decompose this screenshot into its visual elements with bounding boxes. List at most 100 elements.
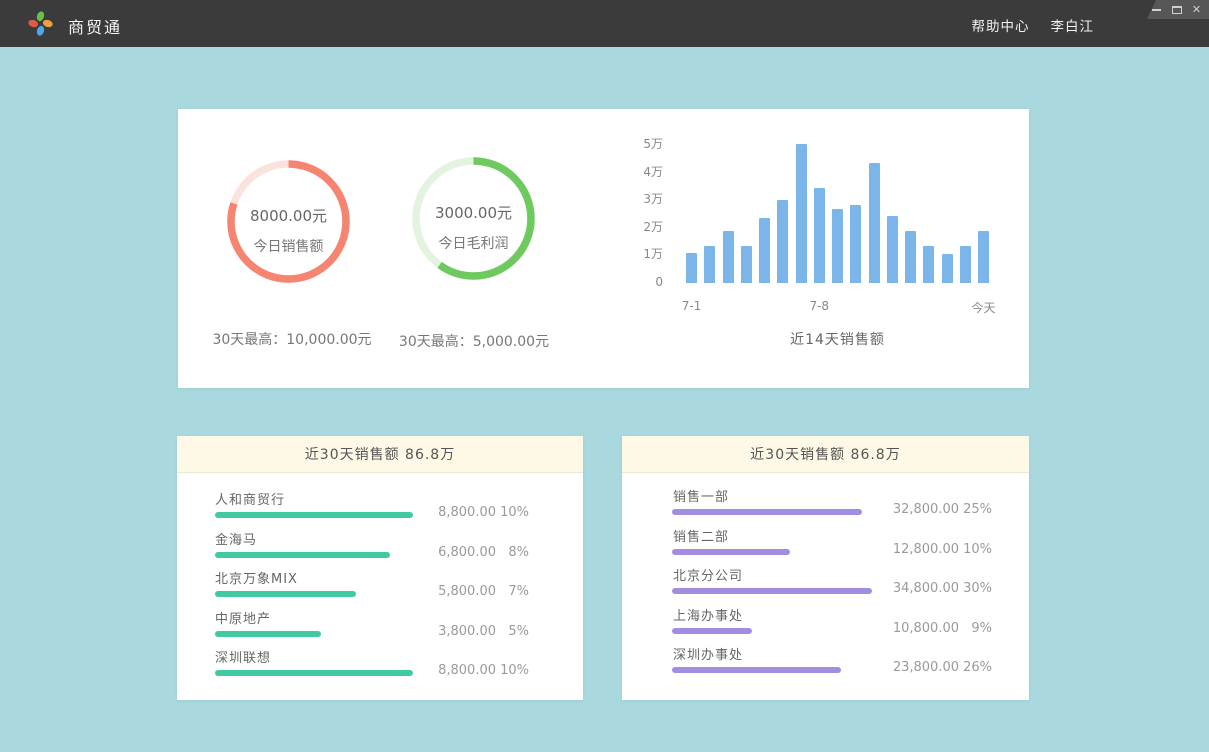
item-percent: 25% — [959, 502, 992, 517]
item-percent: 5% — [496, 624, 529, 639]
close-button[interactable]: ✕ — [1190, 2, 1203, 17]
sales-chart-bar — [905, 231, 916, 283]
item-amount: 8,800.00 — [438, 505, 496, 520]
username-menu[interactable]: 李白江 — [1051, 15, 1095, 35]
item-value: 32,800.00 25% — [893, 502, 992, 517]
item-amount: 23,800.00 — [893, 660, 959, 675]
sales-14day-bar-chart — [686, 143, 989, 283]
y-axis-tick: 1万 — [643, 247, 663, 262]
sales-chart-bar — [960, 246, 971, 283]
item-progress-bar — [672, 509, 862, 515]
y-axis-tick: 2万 — [643, 220, 663, 235]
sales-chart-bar — [887, 216, 898, 283]
today-profit-label: 今日毛利润 — [439, 233, 509, 253]
item-percent: 8% — [496, 545, 529, 560]
today-profit-donut-text: 3000.00元 今日毛利润 — [412, 202, 535, 253]
app-window: 商贸通 帮助中心 李白江 ✕ 8000.00元 今日销售额 30天最高：10,0… — [0, 0, 1209, 752]
app-title: 商贸通 — [68, 14, 122, 38]
customers-sales-card: 近30天销售额 86.8万 人和商贸行 8,800.00 10% 金海马 6,8… — [177, 436, 583, 700]
item-progress-bar — [672, 628, 752, 634]
sales-chart-bar — [777, 200, 788, 283]
sales-chart-bar — [759, 218, 770, 283]
item-value: 5,800.00 7% — [438, 584, 529, 599]
close-icon: ✕ — [1192, 4, 1201, 15]
maximize-button[interactable] — [1170, 2, 1183, 17]
item-percent: 9% — [959, 621, 992, 636]
item-percent: 7% — [496, 584, 529, 599]
list-item: 中原地产 3,800.00 5% — [177, 608, 583, 648]
departments-list: 销售一部 32,800.00 25% 销售二部 12,800.00 10% 北京… — [622, 486, 1029, 684]
item-value: 6,800.00 8% — [438, 545, 529, 560]
item-value: 12,800.00 10% — [893, 542, 992, 557]
y-axis-tick: 5万 — [643, 137, 663, 152]
x-axis-tick: 7-1 — [682, 299, 702, 313]
x-axis-tick: 今天 — [971, 299, 995, 316]
item-amount: 34,800.00 — [893, 581, 959, 596]
today-sales-donut-text: 8000.00元 今日销售额 — [227, 205, 350, 256]
today-sales-value: 8000.00元 — [250, 205, 327, 226]
list-item: 销售二部 12,800.00 10% — [622, 526, 1029, 566]
today-sales-label: 今日销售额 — [254, 236, 324, 256]
list-item: 上海办事处 10,800.00 9% — [622, 605, 1029, 645]
sales-chart-bar — [796, 144, 807, 283]
sales-30day-max: 30天最高：10,000.00元 — [197, 329, 387, 349]
departments-card-title: 近30天销售额 86.8万 — [622, 436, 1029, 473]
y-axis-tick: 3万 — [643, 192, 663, 207]
item-amount: 6,800.00 — [438, 545, 496, 560]
item-value: 34,800.00 30% — [893, 581, 992, 596]
minimize-button[interactable] — [1150, 2, 1163, 17]
item-percent: 10% — [496, 505, 529, 520]
sales-chart-bar — [723, 231, 734, 283]
item-amount: 5,800.00 — [438, 584, 496, 599]
y-axis-tick: 0 — [655, 275, 663, 290]
customers-card-title: 近30天销售额 86.8万 — [177, 436, 583, 473]
titlebar-menu: 帮助中心 李白江 — [972, 15, 1095, 35]
y-axis-tick: 4万 — [643, 165, 663, 180]
list-item: 销售一部 32,800.00 25% — [622, 486, 1029, 526]
item-percent: 10% — [496, 663, 529, 678]
item-value: 23,800.00 26% — [893, 660, 992, 675]
item-amount: 8,800.00 — [438, 663, 496, 678]
item-value: 3,800.00 5% — [438, 624, 529, 639]
sales-chart-bar — [741, 246, 752, 283]
sales-chart-bar — [942, 254, 953, 283]
item-value: 8,800.00 10% — [438, 505, 529, 520]
today-summary-card: 8000.00元 今日销售额 30天最高：10,000.00元 3000.00元… — [178, 109, 1029, 388]
item-value: 10,800.00 9% — [893, 621, 992, 636]
list-item: 深圳办事处 23,800.00 26% — [622, 644, 1029, 684]
customers-list: 人和商贸行 8,800.00 10% 金海马 6,800.00 8% 北京万象M… — [177, 489, 583, 687]
today-profit-value: 3000.00元 — [435, 202, 512, 223]
sales-chart-bar — [814, 188, 825, 283]
sales-chart-bar — [686, 253, 697, 283]
departments-sales-card: 近30天销售额 86.8万 销售一部 32,800.00 25% 销售二部 12… — [622, 436, 1029, 700]
profit-30day-max: 30天最高：5,000.00元 — [379, 331, 569, 351]
item-amount: 12,800.00 — [893, 542, 959, 557]
app-logo-pinwheel-icon — [27, 10, 54, 37]
item-amount: 3,800.00 — [438, 624, 496, 639]
x-axis-tick: 7-8 — [809, 299, 829, 313]
item-progress-bar — [215, 631, 321, 637]
sales-chart-title: 近14天销售额 — [686, 329, 989, 349]
item-percent: 26% — [959, 660, 992, 675]
window-controls: ✕ — [1147, 0, 1209, 19]
item-progress-bar — [215, 512, 413, 518]
list-item: 深圳联想 8,800.00 10% — [177, 647, 583, 687]
list-item: 人和商贸行 8,800.00 10% — [177, 489, 583, 529]
minimize-icon — [1152, 9, 1161, 11]
sales-chart-bar — [923, 246, 934, 283]
item-progress-bar — [672, 667, 841, 673]
list-item: 金海马 6,800.00 8% — [177, 529, 583, 569]
sales-chart-bar — [978, 231, 989, 283]
item-percent: 30% — [959, 581, 992, 596]
help-center-link[interactable]: 帮助中心 — [972, 15, 1030, 35]
sales-chart-bar — [832, 209, 843, 283]
maximize-icon — [1172, 6, 1182, 14]
sales-chart-y-axis: 5万 4万 3万 2万 1万 0 — [608, 137, 663, 290]
item-progress-bar — [672, 588, 872, 594]
item-progress-bar — [215, 670, 413, 676]
sales-chart-bar — [704, 246, 715, 283]
sales-chart-bar — [869, 163, 880, 283]
titlebar: 商贸通 帮助中心 李白江 ✕ — [0, 0, 1209, 47]
item-progress-bar — [215, 552, 390, 558]
sales-chart-bar — [850, 205, 861, 283]
